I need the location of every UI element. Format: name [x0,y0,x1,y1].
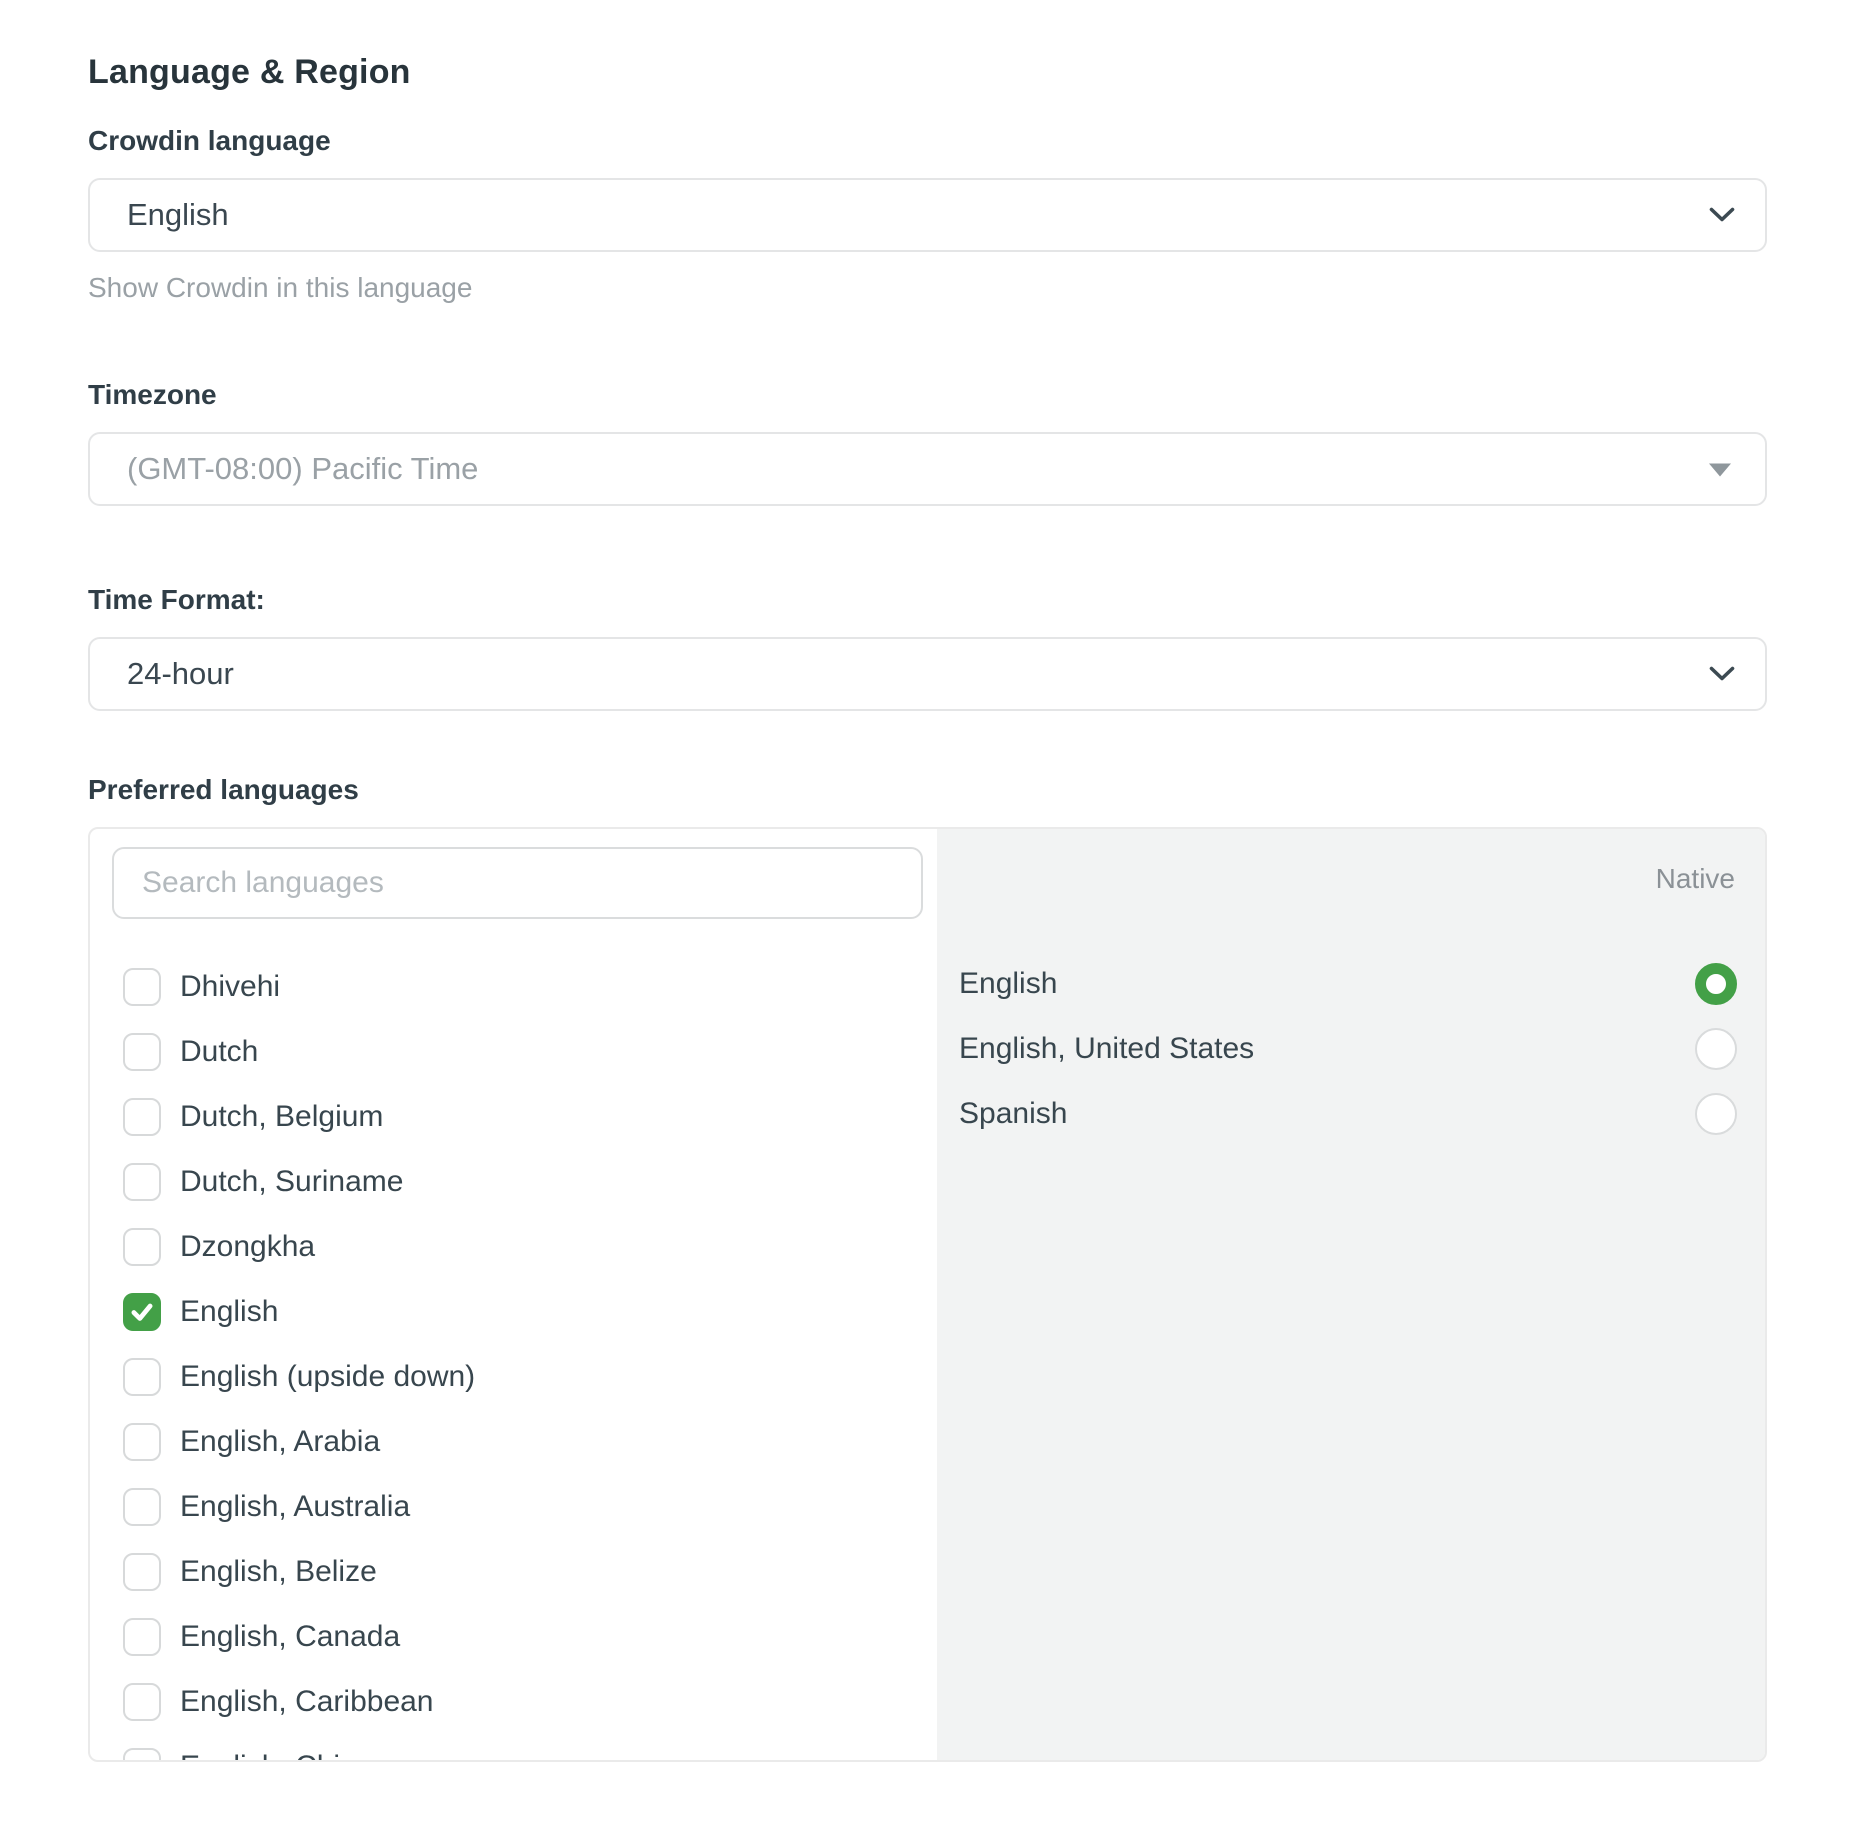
language-option-label: English, Arabia [180,1422,380,1462]
timezone-field: Timezone (GMT-08:00) Pacific Time [88,376,1767,506]
language-option-row[interactable]: Dutch [90,1019,937,1084]
timezone-label: Timezone [88,376,1767,414]
time-format-select[interactable]: 24-hour [88,637,1767,711]
search-languages-input[interactable] [112,847,923,919]
preferred-languages-label: Preferred languages [88,771,1767,809]
language-option-label: English, China [180,1747,373,1761]
radio-button[interactable] [1695,1093,1737,1135]
checkbox[interactable] [123,968,161,1006]
language-option-row[interactable]: English (upside down) [90,1344,937,1409]
checkbox[interactable] [123,1033,161,1071]
checkbox[interactable] [123,1098,161,1136]
language-option-row[interactable]: Dzongkha [90,1214,937,1279]
chevron-down-icon [1709,207,1735,223]
language-option-row[interactable]: Dutch, Belgium [90,1084,937,1149]
checkbox[interactable] [123,1293,161,1331]
checkbox[interactable] [123,1228,161,1266]
crowdin-language-select[interactable]: English [88,178,1767,252]
native-column-header: Native [959,861,1737,897]
triangle-down-icon [1709,464,1731,477]
language-option-row[interactable]: English, Belize [90,1539,937,1604]
checkbox[interactable] [123,1748,161,1761]
crowdin-language-label: Crowdin language [88,122,1767,160]
crowdin-language-selected-value: English [127,197,229,233]
language-option-row[interactable]: English [90,1279,937,1344]
timezone-select[interactable]: (GMT-08:00) Pacific Time [88,432,1767,506]
radio-button[interactable] [1695,1028,1737,1070]
language-option-label: Dutch, Belgium [180,1097,383,1137]
language-search-column: Dhivehi Dutch Dutch, Belgium [90,829,937,1760]
checkbox[interactable] [123,1423,161,1461]
page-title: Language & Region [88,50,1767,94]
chevron-down-icon [1709,666,1735,682]
language-option-label: English [180,1292,278,1332]
preferred-languages-panel: Dhivehi Dutch Dutch, Belgium [88,827,1767,1762]
search-wrap [112,847,923,919]
native-language-row[interactable]: English, United States [959,1016,1737,1081]
radio-button[interactable] [1695,963,1737,1005]
language-option-row[interactable]: Dhivehi [90,954,937,1019]
native-language-row[interactable]: English [959,951,1737,1016]
language-option-row[interactable]: English, Arabia [90,1409,937,1474]
language-option-row[interactable]: English, China [90,1734,937,1760]
native-language-column: Native English English, United States Sp… [937,829,1765,1760]
time-format-label: Time Format: [88,581,1767,619]
native-language-label: Spanish [959,1097,1067,1131]
language-option-label: Dzongkha [180,1227,315,1267]
language-option-label: English, Caribbean [180,1682,434,1722]
native-language-label: English [959,967,1057,1001]
language-option-row[interactable]: Dutch, Suriname [90,1149,937,1214]
checkbox[interactable] [123,1553,161,1591]
checkbox[interactable] [123,1488,161,1526]
time-format-field: Time Format: 24-hour [88,581,1767,711]
checkbox[interactable] [123,1618,161,1656]
checkmark-icon [129,1299,155,1325]
checkbox[interactable] [123,1683,161,1721]
preferred-languages-field: Preferred languages Dhivehi [88,771,1767,1762]
language-option-label: Dutch, Suriname [180,1162,403,1202]
language-option-row[interactable]: English, Caribbean [90,1669,937,1734]
native-radio-list: English English, United States Spanish [959,951,1737,1146]
language-option-label: Dhivehi [180,967,280,1007]
timezone-selected-value: (GMT-08:00) Pacific Time [127,451,478,487]
language-option-row[interactable]: English, Canada [90,1604,937,1669]
language-option-label: English, Australia [180,1487,410,1527]
native-language-label: English, United States [959,1032,1254,1066]
language-option-label: English, Belize [180,1552,377,1592]
checkbox[interactable] [123,1163,161,1201]
language-checkbox-list: Dhivehi Dutch Dutch, Belgium [90,954,937,1760]
language-option-label: English, Canada [180,1617,400,1657]
language-region-settings-page: Language & Region Crowdin language Engli… [0,0,1873,1762]
time-format-selected-value: 24-hour [127,656,234,692]
language-option-label: Dutch [180,1032,258,1072]
crowdin-language-helper: Show Crowdin in this language [88,270,1767,306]
language-option-label: English (upside down) [180,1357,475,1397]
crowdin-language-field: Crowdin language English Show Crowdin in… [88,122,1767,306]
language-option-row[interactable]: English, Australia [90,1474,937,1539]
native-language-row[interactable]: Spanish [959,1081,1737,1146]
checkbox[interactable] [123,1358,161,1396]
